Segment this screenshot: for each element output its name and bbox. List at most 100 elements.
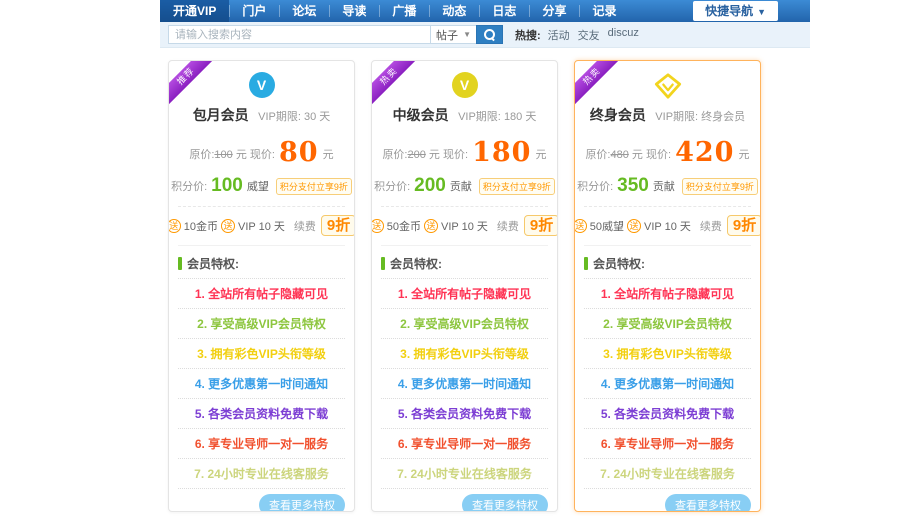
vip-duration-label: VIP期限: bbox=[258, 111, 301, 123]
perks-title: 会员特权: bbox=[390, 255, 442, 272]
original-price-label: 原价: bbox=[585, 149, 610, 161]
perks-list: 1. 全站所有帖子隐藏可见 2. 享受高级VIP会员特权 3. 拥有彩色VIP头… bbox=[381, 278, 548, 489]
points-discount-badge: 积分支付立享9折 bbox=[276, 178, 352, 195]
price-row: 原价:480 元 现价: 420 元 bbox=[584, 137, 751, 168]
nav-item-开通VIP[interactable]: 开通VIP bbox=[160, 0, 229, 22]
nav-items: 开通VIP门户论坛导读广播动态日志分享记录 bbox=[160, 0, 629, 22]
divider bbox=[381, 245, 548, 246]
vip-duration: VIP期限: 终身会员 bbox=[655, 111, 745, 123]
vip-circle-icon: V bbox=[452, 72, 478, 98]
divider bbox=[584, 206, 751, 207]
perk-item: 6. 享专业导师一对一服务 bbox=[584, 429, 751, 459]
current-price-unit: 元 bbox=[323, 149, 334, 161]
card-title: 终身会员 bbox=[590, 107, 646, 123]
points-unit: 贡献 bbox=[653, 178, 675, 194]
nav-item-记录[interactable]: 记录 bbox=[579, 0, 629, 22]
points-row: 积分价: 350 贡献 积分支付立享9折 bbox=[584, 175, 751, 197]
vip-card: 热卖 V 中级会员 VIP期限: 180 天 原价:200 元 现价: 180 … bbox=[371, 60, 558, 512]
perk-item: 3. 拥有彩色VIP头衔等级 bbox=[178, 339, 345, 369]
nav-item-分享[interactable]: 分享 bbox=[529, 0, 579, 22]
perk-item: 6. 享专业导师一对一服务 bbox=[178, 429, 345, 459]
card-title-row: 终身会员 VIP期限: 终身会员 bbox=[584, 105, 751, 125]
search-bar: 帖子 ▼ 热搜: 活动交友 discuz bbox=[160, 22, 810, 48]
gift-tag-icon: 送 bbox=[168, 219, 181, 233]
gift-tag-icon: 送 bbox=[627, 219, 641, 233]
original-price: 200 bbox=[408, 149, 426, 161]
perks-list: 1. 全站所有帖子隐藏可见 2. 享受高级VIP会员特权 3. 拥有彩色VIP头… bbox=[584, 278, 751, 489]
quick-nav-button[interactable]: 快捷导航▼ bbox=[693, 1, 778, 21]
more-row: 查看更多特权 bbox=[381, 494, 548, 512]
perk-item: 7. 24小时专业在线客服务 bbox=[381, 459, 548, 489]
gift-tag-icon: 送 bbox=[574, 219, 587, 233]
perk-item: 4. 更多优惠第一时间通知 bbox=[584, 369, 751, 399]
hot-search-label: 热搜: bbox=[515, 27, 541, 43]
current-price-label: 现价: bbox=[646, 149, 671, 161]
vip-duration-label: VIP期限: bbox=[655, 111, 698, 123]
search-category-select[interactable]: 帖子 ▼ bbox=[430, 25, 476, 44]
perk-item: 2. 享受高级VIP会员特权 bbox=[381, 309, 548, 339]
perk-item: 3. 拥有彩色VIP头衔等级 bbox=[381, 339, 548, 369]
perks-title-row: 会员特权: bbox=[584, 255, 751, 272]
search-icon bbox=[484, 29, 495, 40]
nav-item-广播[interactable]: 广播 bbox=[379, 0, 429, 22]
gift-tag-icon: 送 bbox=[424, 219, 438, 233]
vip-icon-wrap: V bbox=[178, 72, 345, 100]
nav-item-导读[interactable]: 导读 bbox=[329, 0, 379, 22]
divider bbox=[178, 206, 345, 207]
search-input[interactable] bbox=[168, 25, 430, 44]
vip-circle-icon: V bbox=[249, 72, 275, 98]
points-row: 积分价: 200 贡献 积分支付立享9折 bbox=[381, 175, 548, 197]
original-price: 480 bbox=[611, 149, 629, 161]
original-price-label: 原价: bbox=[189, 149, 214, 161]
current-price-label: 现价: bbox=[443, 149, 468, 161]
original-price-unit: 元 bbox=[236, 149, 247, 161]
gift2-text: VIP 10 天 bbox=[644, 218, 691, 234]
divider bbox=[381, 206, 548, 207]
nav-item-门户[interactable]: 门户 bbox=[229, 0, 279, 22]
nav-item-动态[interactable]: 动态 bbox=[429, 0, 479, 22]
points-price-label: 积分价: bbox=[374, 178, 410, 194]
perks-title-row: 会员特权: bbox=[381, 255, 548, 272]
renew-label: 续费 bbox=[497, 218, 519, 234]
perk-item: 2. 享受高级VIP会员特权 bbox=[178, 309, 345, 339]
search-category-value: 帖子 bbox=[436, 27, 458, 43]
hot-keyword[interactable]: discuz bbox=[608, 27, 639, 43]
gift-tag-icon: 送 bbox=[221, 219, 235, 233]
hot-keyword[interactable]: 交友 bbox=[578, 27, 600, 43]
perk-item: 3. 拥有彩色VIP头衔等级 bbox=[584, 339, 751, 369]
renew-discount-badge: 9折 bbox=[524, 215, 558, 236]
original-price-label: 原价: bbox=[382, 149, 407, 161]
nav-item-日志[interactable]: 日志 bbox=[479, 0, 529, 22]
vip-cards-row: 推荐 V 包月会员 VIP期限: 30 天 原价:100 元 现价: 80 元 … bbox=[160, 60, 810, 512]
gift-tag-icon: 送 bbox=[371, 219, 384, 233]
points-price-value: 100 bbox=[211, 175, 243, 197]
perks-title: 会员特权: bbox=[187, 255, 239, 272]
gift1-text: 10金币 bbox=[184, 218, 218, 234]
price-row: 原价:200 元 现价: 180 元 bbox=[381, 137, 548, 168]
card-title-row: 包月会员 VIP期限: 30 天 bbox=[178, 105, 345, 125]
chevron-down-icon: ▼ bbox=[463, 30, 471, 39]
points-price-value: 200 bbox=[414, 175, 446, 197]
vip-duration-value: 30 天 bbox=[304, 111, 330, 123]
current-price: 180 bbox=[472, 137, 531, 168]
vip-icon-wrap bbox=[584, 72, 751, 100]
current-price-unit: 元 bbox=[536, 149, 547, 161]
points-unit: 贡献 bbox=[450, 178, 472, 194]
view-more-perks-button[interactable]: 查看更多特权 bbox=[665, 494, 751, 512]
gift1-text: 50威望 bbox=[590, 218, 624, 234]
current-price-unit: 元 bbox=[739, 149, 750, 161]
view-more-perks-button[interactable]: 查看更多特权 bbox=[259, 494, 345, 512]
gift-row: 送 10金币 送 VIP 10 天 续费 9折 bbox=[178, 215, 345, 236]
view-more-perks-button[interactable]: 查看更多特权 bbox=[462, 494, 548, 512]
renew-label: 续费 bbox=[294, 218, 316, 234]
card-title-row: 中级会员 VIP期限: 180 天 bbox=[381, 105, 548, 125]
more-row: 查看更多特权 bbox=[178, 494, 345, 512]
card-title: 中级会员 bbox=[393, 107, 449, 123]
vip-diamond-icon bbox=[653, 72, 683, 105]
vip-duration-value: 180 天 bbox=[504, 111, 536, 123]
hot-keyword[interactable]: 活动 bbox=[548, 27, 570, 43]
perks-title-row: 会员特权: bbox=[178, 255, 345, 272]
search-button[interactable] bbox=[476, 25, 503, 44]
hot-keywords: 活动交友 discuz bbox=[548, 27, 639, 43]
nav-item-论坛[interactable]: 论坛 bbox=[279, 0, 329, 22]
